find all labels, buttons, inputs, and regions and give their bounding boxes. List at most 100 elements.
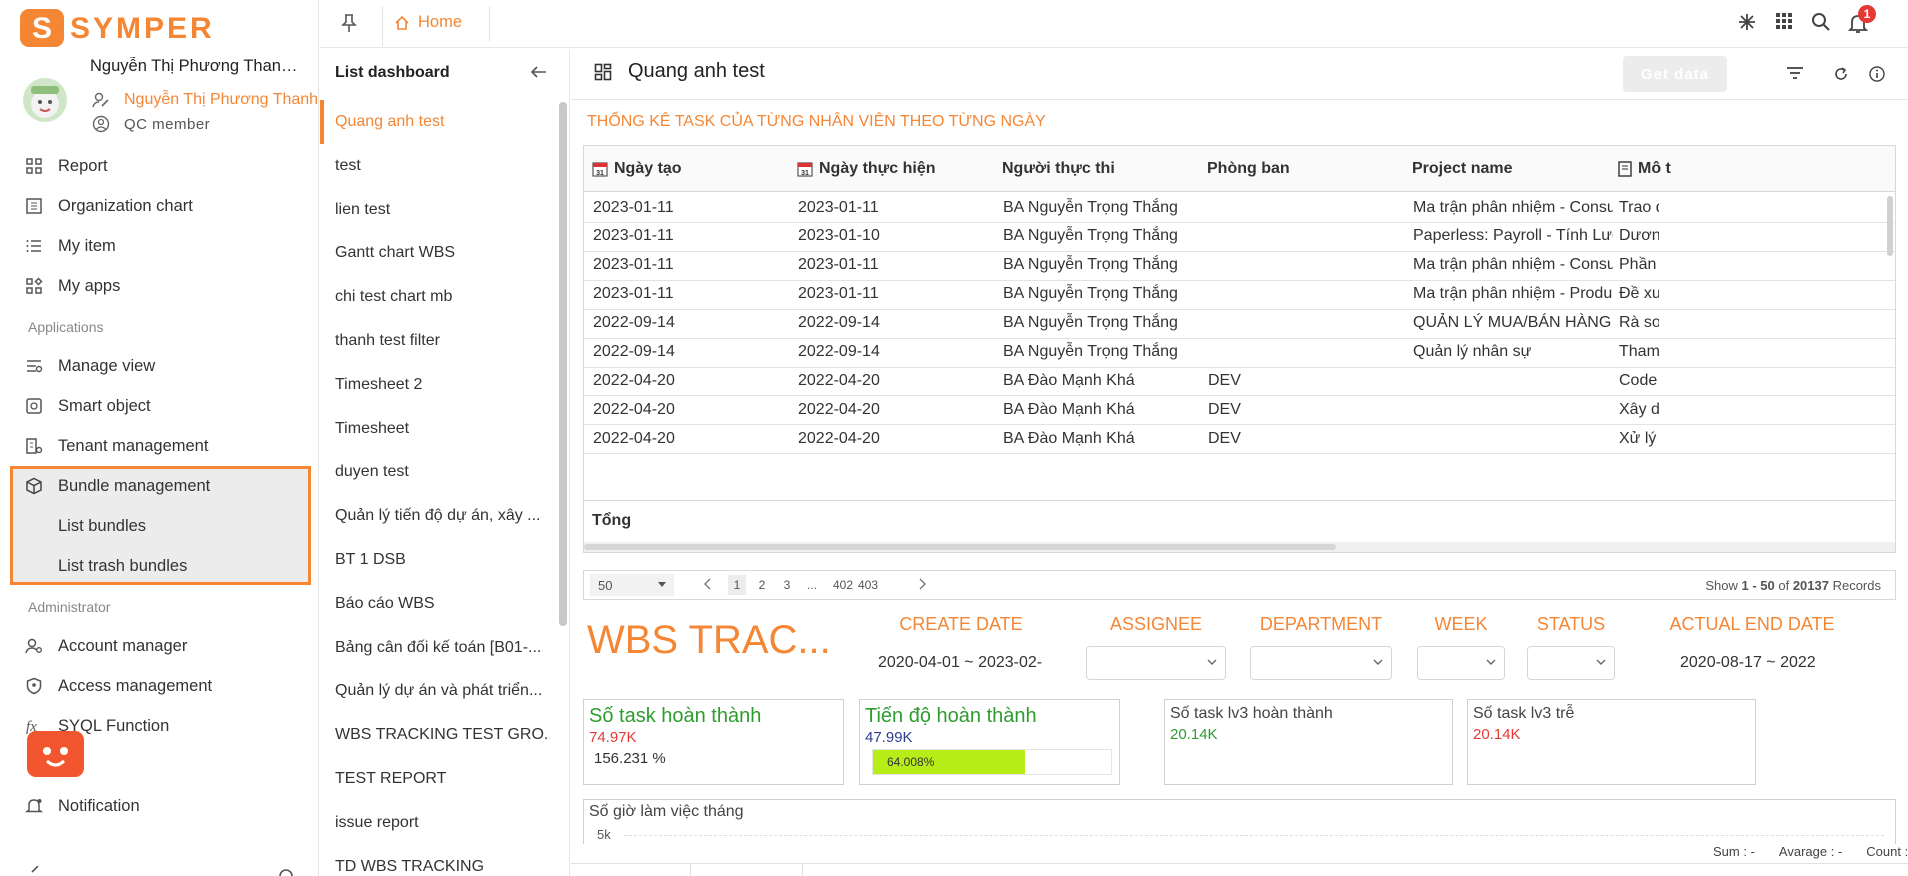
tab-home[interactable]: Home xyxy=(394,13,462,32)
dashboard-list-item[interactable]: Timesheet 2 xyxy=(335,363,550,407)
column-header[interactable]: Mô t xyxy=(1618,146,1671,192)
grid-apps-icon[interactable] xyxy=(1774,11,1794,31)
user-role: QC member xyxy=(124,115,211,133)
page-number[interactable]: 3 xyxy=(778,575,796,595)
column-header[interactable]: Phòng ban xyxy=(1207,146,1290,192)
nav-organization-chart[interactable]: Organization chart xyxy=(24,186,304,226)
page-size-select[interactable]: 50 xyxy=(590,574,674,596)
dashboard-list-item[interactable]: TEST REPORT xyxy=(335,757,550,801)
pin-icon[interactable] xyxy=(340,13,358,33)
dashboard-list-item[interactable]: chi test chart mb xyxy=(335,275,550,319)
avatar[interactable] xyxy=(23,78,67,122)
dashboard-list-item[interactable]: Quang anh test xyxy=(335,100,550,144)
week-select[interactable] xyxy=(1417,646,1505,680)
filter-department[interactable]: DEPARTMENT xyxy=(1250,608,1392,688)
get-data-button[interactable]: Get data xyxy=(1623,56,1727,92)
page-number[interactable]: 1 xyxy=(728,575,746,595)
refresh-icon[interactable] xyxy=(1833,66,1849,82)
user-display-row[interactable]: Nguyễn Thị Phương Thanh xyxy=(92,89,318,111)
nav-bundle-management[interactable]: Bundle management xyxy=(24,466,304,506)
collapse-arrow-icon[interactable] xyxy=(30,866,44,876)
dashboard-list-item[interactable]: lien test xyxy=(335,188,550,232)
info-icon[interactable] xyxy=(1869,66,1885,82)
column-header-label: Phòng ban xyxy=(1207,160,1290,177)
chevron-down-icon xyxy=(1373,659,1383,665)
table-cell[interactable]: 2022-04-20 xyxy=(593,421,793,456)
nav-tenant-management[interactable]: Tenant management xyxy=(24,426,304,466)
next-page-icon[interactable] xyxy=(918,578,926,590)
filter-week[interactable]: WEEK xyxy=(1417,608,1505,688)
kpi-lv3-late: Số task lv3 trễ 20.14K xyxy=(1467,699,1756,785)
list-scrollbar[interactable] xyxy=(559,102,567,626)
page-number[interactable]: ... xyxy=(803,575,821,595)
column-header[interactable]: Project name xyxy=(1412,146,1512,192)
kpi-percent: 156.231 % xyxy=(594,750,666,767)
dashboard-list-item[interactable]: Gantt chart WBS xyxy=(335,231,550,275)
column-header[interactable]: Người thực thi xyxy=(1002,146,1115,192)
table-cell[interactable]: 2022-04-20 xyxy=(798,421,998,456)
dashboard-list-item[interactable]: BT 1 DSB xyxy=(335,538,550,582)
nav-smart-object[interactable]: Smart object xyxy=(24,386,304,426)
page-number[interactable]: 402 xyxy=(830,575,856,595)
nav-notification[interactable]: Notification xyxy=(24,786,304,826)
vertical-scrollbar[interactable] xyxy=(1887,196,1893,256)
page-number[interactable]: 2 xyxy=(753,575,771,595)
filter-value: 2020-04-01 ~ 2023-02- xyxy=(878,654,1043,671)
table-cell[interactable] xyxy=(1413,421,1613,456)
records-range: 1 - 50 xyxy=(1741,578,1775,593)
table-cell[interactable]: DEV xyxy=(1208,421,1408,456)
user-name[interactable]: Nguyễn Thị Phương Thanh ... xyxy=(90,57,300,76)
calendar-icon: 31 xyxy=(592,161,608,177)
nav-list-trash-bundles[interactable]: List trash bundles xyxy=(58,546,338,586)
dashboard-list-item[interactable]: Bảng cân đối kế toán [B01-... xyxy=(335,626,550,670)
dashboard-list-item[interactable]: Quản lý tiến độ dự án, xây ... xyxy=(335,494,550,538)
table-cell[interactable]: BA Đào Mạnh Khá xyxy=(1003,421,1203,456)
horizontal-scrollbar[interactable] xyxy=(584,542,1895,552)
status-select[interactable] xyxy=(1527,646,1615,680)
column-header[interactable]: 31 Ngày thực hiện xyxy=(797,146,936,192)
filter-status[interactable]: STATUS xyxy=(1527,608,1615,688)
nav-access-management[interactable]: Access management xyxy=(24,666,304,706)
nav-report[interactable]: Report xyxy=(24,146,304,186)
task-table: 31 Ngày tạo 31 Ngày thực hiện Người thực thi… xyxy=(583,145,1896,553)
filter-label: ASSIGNEE xyxy=(1109,614,1203,634)
chatbot-button[interactable] xyxy=(27,731,84,777)
dashboard-list-item[interactable]: TD WBS TRACKING xyxy=(335,845,550,876)
prev-page-icon[interactable] xyxy=(704,578,712,590)
table-cell[interactable]: Xử lý l xyxy=(1619,421,1659,456)
nav-my-apps[interactable]: My apps xyxy=(24,266,304,306)
department-select[interactable] xyxy=(1250,646,1392,680)
arrow-left-icon[interactable] xyxy=(530,64,548,80)
dashboard-list-item[interactable]: test xyxy=(335,144,550,188)
dashboard-list-item[interactable]: Timesheet xyxy=(335,407,550,451)
settings-gear-icon[interactable] xyxy=(277,866,295,876)
dashboard-list-item[interactable]: issue report xyxy=(335,801,550,845)
shield-icon xyxy=(24,676,44,696)
svg-text:31: 31 xyxy=(596,170,604,177)
dashboard-list-item[interactable]: Báo cáo WBS xyxy=(335,582,550,626)
count-stat: Count : - xyxy=(1866,844,1908,859)
dashboard-list-item[interactable]: WBS TRACKING TEST GRO... xyxy=(335,713,550,757)
dashboard-list-item[interactable]: Quản lý dự án và phát triển... xyxy=(335,669,550,713)
sparkle-icon[interactable] xyxy=(1737,12,1757,32)
filter-icon[interactable] xyxy=(1786,66,1804,80)
dashboard-list-item[interactable]: duyen test xyxy=(335,450,550,494)
filter-label: ACTUAL END DATE xyxy=(1669,614,1835,634)
assignee-select[interactable] xyxy=(1086,646,1226,680)
search-icon[interactable] xyxy=(1811,12,1831,32)
nav-list-bundles[interactable]: List bundles xyxy=(58,506,338,546)
nav-account-manager[interactable]: Account manager xyxy=(24,626,304,666)
column-header[interactable]: 31 Ngày tạo xyxy=(592,146,682,192)
nav-label: Account manager xyxy=(58,636,188,655)
nav-manage-view[interactable]: Manage view xyxy=(24,346,304,386)
logo-icon[interactable]: S xyxy=(20,9,64,47)
dashboard-list-item[interactable]: thanh test filter xyxy=(335,319,550,363)
filter-create-date[interactable]: CREATE DATE 2020-04-01 ~ 2023-02- xyxy=(860,608,1062,688)
top-bar: Home 1 xyxy=(320,0,1908,48)
nav-my-item[interactable]: My item xyxy=(24,226,304,266)
page-number[interactable]: 403 xyxy=(855,575,881,595)
filter-assignee[interactable]: ASSIGNEE xyxy=(1086,608,1226,688)
divider xyxy=(690,863,691,876)
filter-actual-end-date[interactable]: ACTUAL END DATE 2020-08-17 ~ 2022 xyxy=(1662,608,1842,688)
divider xyxy=(571,99,1908,100)
